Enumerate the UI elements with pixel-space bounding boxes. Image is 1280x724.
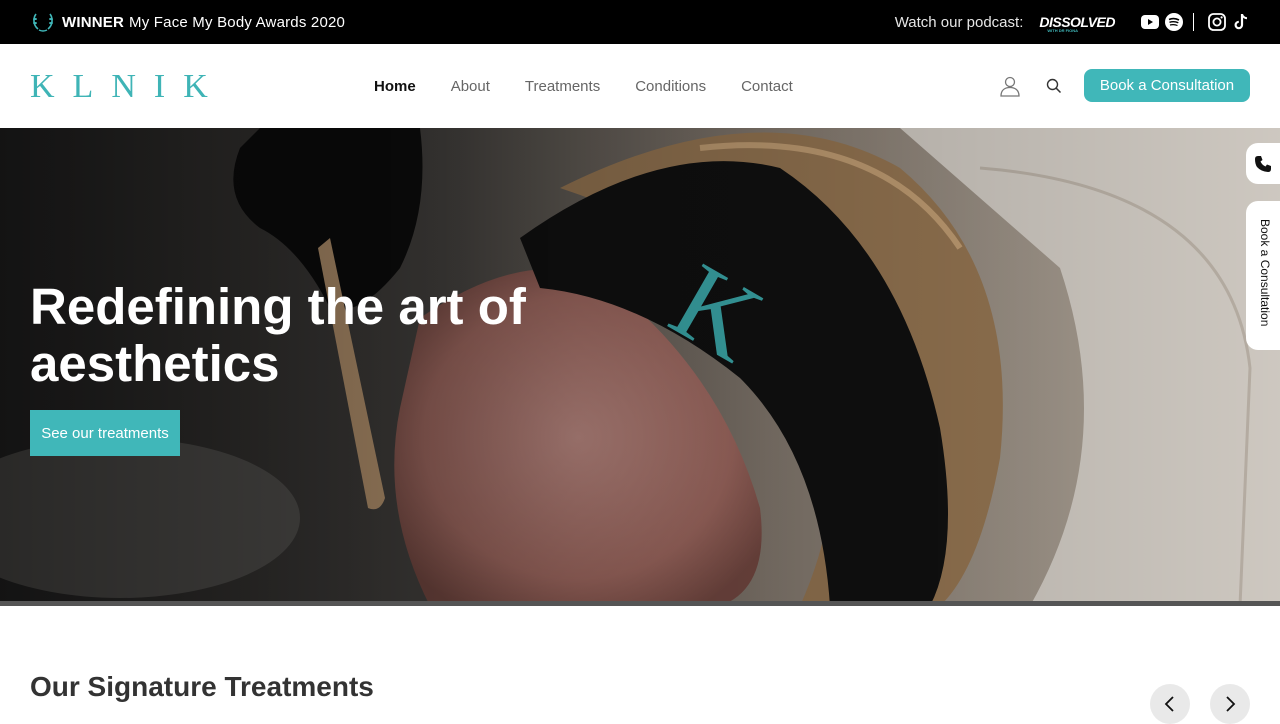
site-header: KLNIK Home About Treatments Conditions C… bbox=[0, 44, 1280, 128]
spotify-icon[interactable] bbox=[1165, 13, 1183, 31]
nav-home[interactable]: Home bbox=[374, 78, 416, 95]
klnik-logo[interactable]: KLNIK bbox=[30, 70, 226, 104]
phone-tab[interactable] bbox=[1246, 143, 1280, 184]
podcast-sub: WITH DR FIONA bbox=[1047, 28, 1079, 33]
instagram-icon[interactable] bbox=[1208, 13, 1226, 31]
chevron-right-icon bbox=[1226, 696, 1236, 712]
youtube-icon[interactable] bbox=[1141, 13, 1159, 31]
top-bar: WINNER My Face My Body Awards 2020 Watch… bbox=[0, 0, 1280, 44]
award-banner: WINNER My Face My Body Awards 2020 bbox=[30, 0, 345, 44]
laurel-icon bbox=[33, 13, 53, 32]
user-icon[interactable] bbox=[998, 74, 1022, 98]
nav-about[interactable]: About bbox=[451, 78, 490, 95]
divider bbox=[1193, 13, 1194, 31]
award-winner-label: WINNER bbox=[62, 13, 125, 31]
award-text: My Face My Body Awards 2020 bbox=[129, 13, 346, 31]
nav-contact[interactable]: Contact bbox=[741, 78, 793, 95]
tiktok-icon[interactable] bbox=[1232, 13, 1250, 31]
side-book-label: Book a Consultation bbox=[1258, 219, 1272, 327]
nav-treatments[interactable]: Treatments bbox=[525, 78, 600, 95]
signature-treatments-title: Our Signature Treatments bbox=[30, 671, 374, 702]
main-nav: Home About Treatments Conditions Contact bbox=[374, 44, 828, 128]
carousel-next-button[interactable] bbox=[1210, 684, 1250, 724]
podcast-label: Watch our podcast: bbox=[894, 13, 1024, 31]
search-icon[interactable] bbox=[1042, 74, 1066, 98]
chevron-left-icon bbox=[1164, 696, 1174, 712]
podcast-logo[interactable]: DISSOLVED WITH DR FIONA bbox=[1039, 15, 1115, 33]
see-treatments-button[interactable]: See our treatments bbox=[30, 410, 180, 456]
carousel-prev-button[interactable] bbox=[1150, 684, 1190, 724]
header-icons bbox=[998, 44, 1066, 128]
phone-icon bbox=[1255, 155, 1271, 172]
hero-title: Redefining the art of aesthetics bbox=[30, 278, 526, 392]
side-book-consultation-tab[interactable]: Book a Consultation bbox=[1246, 201, 1280, 350]
podcast-links: Watch our podcast: DISSOLVED WITH DR FION… bbox=[895, 0, 1250, 44]
book-consultation-button[interactable]: Book a Consultation bbox=[1084, 69, 1250, 102]
nav-conditions[interactable]: Conditions bbox=[635, 78, 706, 95]
hero-bottom-bar bbox=[0, 601, 1280, 606]
